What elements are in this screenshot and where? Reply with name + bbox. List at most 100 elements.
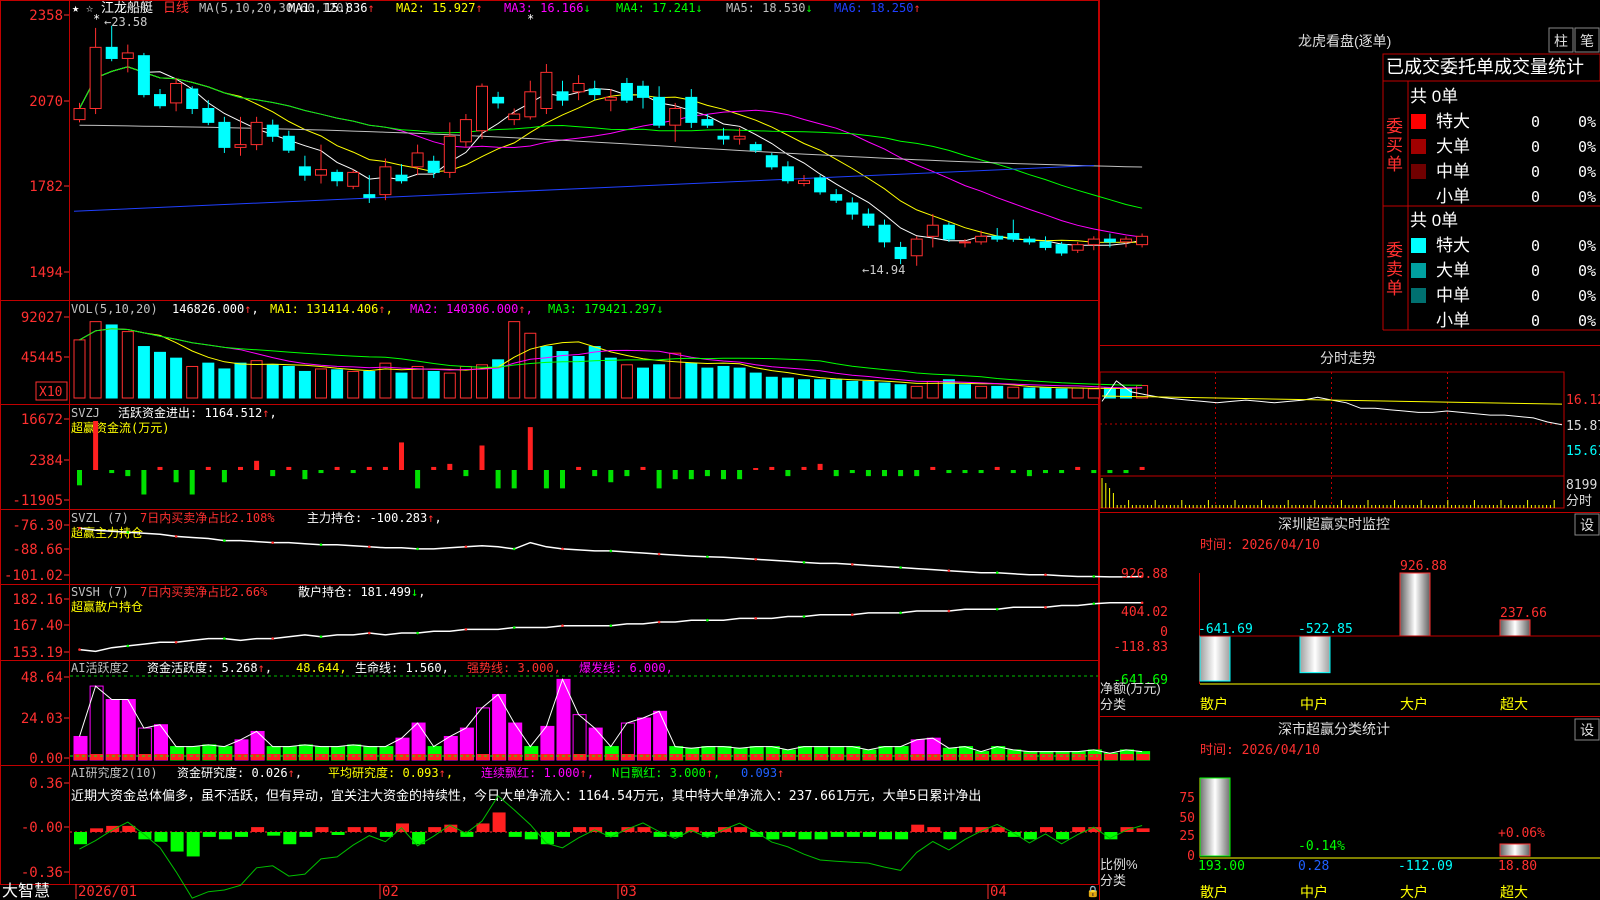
svzj-bar[interactable]	[173, 470, 179, 483]
volume-bar[interactable]	[765, 376, 778, 399]
svzj-bar[interactable]	[415, 470, 421, 489]
ai-research-bar[interactable]	[267, 832, 281, 836]
candle[interactable]	[862, 213, 875, 226]
candle[interactable]	[105, 46, 118, 59]
ai-research-bar[interactable]	[557, 832, 570, 837]
candle[interactable]	[459, 119, 472, 143]
volume-bar[interactable]	[492, 359, 505, 399]
monitor-bar[interactable]	[1199, 635, 1231, 682]
ai-research-bar[interactable]	[862, 832, 876, 837]
svzj-bar[interactable]	[431, 466, 437, 470]
volume-bar[interactable]	[282, 365, 295, 399]
volume-bar[interactable]	[298, 370, 311, 399]
volume-bar[interactable]	[476, 364, 488, 399]
ai-active-bar[interactable]	[653, 710, 668, 761]
ai-research-bar[interactable]	[492, 812, 506, 832]
svzj-bar[interactable]	[1123, 470, 1129, 474]
ai-active-bar[interactable]	[105, 699, 120, 761]
candle[interactable]	[830, 194, 843, 201]
svzj-bar[interactable]	[543, 470, 549, 489]
volume-bar[interactable]	[862, 380, 875, 399]
candle[interactable]	[524, 91, 537, 118]
volume-bar[interactable]	[620, 364, 633, 399]
candle[interactable]	[975, 235, 988, 243]
ai-research-bar[interactable]	[154, 832, 168, 842]
svzj-bar[interactable]	[721, 470, 726, 480]
svzj-bar[interactable]	[238, 466, 243, 470]
volume-bar[interactable]	[798, 379, 810, 399]
svzj-bar[interactable]	[833, 470, 839, 477]
candle[interactable]	[1120, 238, 1132, 243]
svzj-bar[interactable]	[1139, 466, 1145, 470]
volume-bar[interactable]	[910, 385, 923, 399]
svzj-bar[interactable]	[1091, 470, 1097, 474]
volume-bar[interactable]	[942, 379, 955, 399]
ai-research-bar[interactable]	[814, 832, 828, 840]
volume-bar[interactable]	[331, 369, 344, 399]
svzj-bar[interactable]	[350, 470, 356, 474]
svzj-bar[interactable]	[753, 468, 759, 470]
svzj-bar[interactable]	[141, 470, 147, 495]
ai-research-bar[interactable]	[315, 827, 329, 832]
candle[interactable]	[572, 82, 585, 93]
candle[interactable]	[637, 85, 649, 98]
volume-bar[interactable]	[411, 365, 424, 399]
svzj-bar[interactable]	[1026, 470, 1032, 477]
candle[interactable]	[1007, 233, 1020, 240]
volume-bar[interactable]	[540, 346, 553, 399]
volume-bar[interactable]	[347, 370, 360, 399]
monitor-bar[interactable]	[1399, 572, 1431, 637]
volume-bar[interactable]	[1087, 388, 1100, 399]
candle[interactable]	[250, 121, 263, 146]
ai-research-bar[interactable]	[379, 832, 393, 837]
svzj-bar[interactable]	[801, 466, 807, 470]
ai-research-bar[interactable]	[975, 827, 989, 832]
svzj-bar[interactable]	[898, 470, 904, 477]
ai-research-bar[interactable]	[927, 827, 941, 832]
ai-research-bar[interactable]	[1040, 827, 1053, 832]
svzj-bar[interactable]	[447, 463, 453, 470]
candle[interactable]	[798, 180, 810, 185]
svzj-bar[interactable]	[125, 470, 131, 477]
period-label[interactable]: 日线	[163, 1, 189, 16]
ai-research-bar[interactable]	[202, 832, 216, 837]
candle[interactable]	[186, 88, 199, 109]
tab-volume-stats[interactable]: 成交量统计	[1494, 57, 1584, 77]
ai-research-bar[interactable]	[170, 832, 184, 852]
ai-research-bar[interactable]	[283, 832, 297, 845]
svzj-bar[interactable]	[93, 421, 99, 470]
candle[interactable]	[781, 166, 794, 182]
svzj-bar[interactable]	[946, 470, 952, 474]
tab-filled[interactable]: 已成交	[1386, 57, 1440, 77]
volume-bar[interactable]	[556, 351, 569, 399]
svzj-bar[interactable]	[624, 470, 630, 477]
ai-research-bar[interactable]	[637, 827, 651, 832]
svzj-bar[interactable]	[479, 445, 485, 471]
svzj-bar[interactable]	[511, 470, 517, 489]
svzj-bar[interactable]	[737, 470, 743, 480]
volume-bar[interactable]	[894, 384, 907, 399]
candle[interactable]	[154, 94, 166, 107]
candle[interactable]	[1087, 238, 1100, 246]
classify-bar[interactable]	[1499, 843, 1531, 857]
svzj-bar[interactable]	[560, 470, 565, 489]
volume-bar[interactable]	[781, 377, 794, 399]
candle[interactable]	[959, 241, 971, 244]
volume-bar[interactable]	[250, 360, 263, 399]
ai-research-bar[interactable]	[959, 827, 973, 832]
volume-bar[interactable]	[733, 367, 746, 399]
volume-bar[interactable]	[653, 364, 666, 399]
ai-research-bar[interactable]	[911, 824, 925, 832]
volume-bar[interactable]	[1055, 388, 1068, 399]
svzj-bar[interactable]	[640, 466, 646, 470]
svzj-bar[interactable]	[592, 470, 598, 477]
candle[interactable]	[266, 124, 279, 137]
svzj-bar[interactable]	[962, 470, 968, 474]
candle[interactable]	[878, 224, 891, 243]
svzj-bar[interactable]	[302, 470, 308, 480]
ai-research-bar[interactable]	[90, 828, 104, 832]
candle[interactable]	[282, 135, 295, 151]
volume-bar[interactable]	[121, 331, 134, 399]
ai-research-bar[interactable]	[540, 832, 554, 845]
candle[interactable]	[1103, 238, 1116, 243]
